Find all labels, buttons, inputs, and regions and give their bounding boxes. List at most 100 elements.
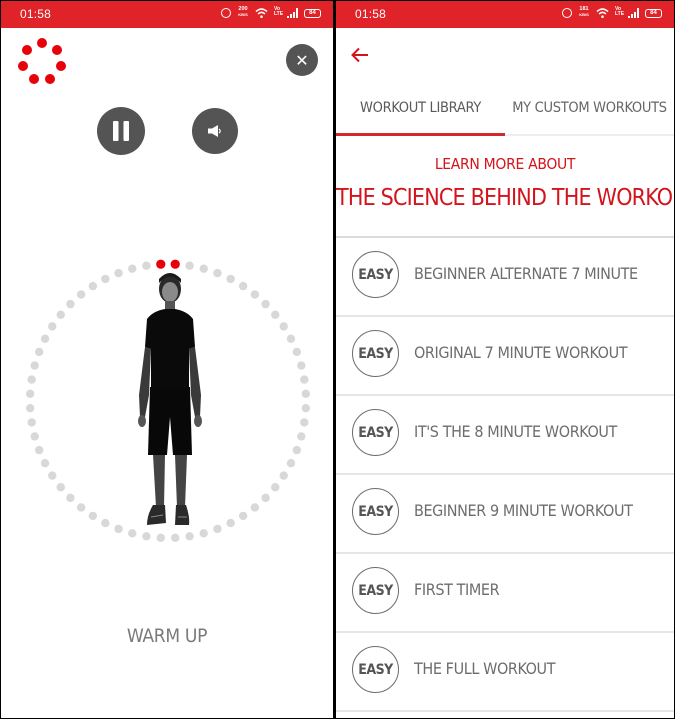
status-time: 01:58 (355, 7, 387, 21)
workout-title: ORIGINAL 7 MINUTE WORKOUT (414, 343, 628, 362)
wifi-icon (255, 8, 268, 19)
close-icon: ✕ (295, 50, 309, 70)
tab-bar: WORKOUT LIBRARY MY CUSTOM WORKOUTS (336, 87, 674, 136)
progress-dot-remaining (30, 432, 39, 441)
speaker-icon (208, 125, 221, 137)
loading-dot (22, 45, 33, 56)
progress-dot-remaining (40, 334, 50, 343)
signal-icon (628, 8, 639, 18)
workout-list-item[interactable]: EASY BEGINNER ALTERNATE 7 MINUTE (336, 238, 674, 317)
workout-list-item[interactable]: EASY IT'S THE 8 MINUTE WORKOUT (336, 396, 674, 475)
close-button[interactable]: ✕ (286, 44, 318, 76)
progress-dot-remaining (301, 389, 311, 399)
volte-icon: Vo LTE (274, 6, 284, 17)
progress-dot-remaining (34, 347, 44, 357)
difficulty-badge: EASY (352, 567, 399, 614)
loading-dot (18, 61, 29, 72)
progress-dot-remaining (40, 459, 50, 468)
network-speed: 200 KB/S (237, 6, 249, 19)
phase-label: WARM UP (126, 625, 208, 647)
progress-dot-remaining (48, 322, 57, 331)
pause-button[interactable] (97, 107, 145, 155)
progress-dot-remaining (101, 274, 110, 284)
network-speed-unit: KB/S (579, 12, 589, 17)
banner-subtitle-link[interactable]: LEARN MORE ABOUT (336, 155, 674, 173)
workout-list-item[interactable]: EASY FIRST TIMER (336, 554, 674, 633)
exercise-figure-person-standing (138, 273, 202, 525)
progress-dot-remaining (66, 299, 75, 309)
progress-dot-remaining (88, 511, 98, 521)
tab-workout-library[interactable]: WORKOUT LIBRARY (336, 87, 505, 134)
progress-dot-remaining (76, 290, 86, 299)
difficulty-badge: EASY (352, 488, 399, 535)
progress-dot-remaining (226, 274, 235, 284)
alarm-icon (562, 8, 572, 18)
loading-dot (28, 74, 39, 85)
difficulty-badge: EASY (352, 646, 399, 693)
progress-dot-remaining (56, 310, 65, 319)
progress-dot-remaining (297, 432, 306, 441)
progress-dot-remaining (25, 403, 35, 413)
progress-dot-remaining (250, 290, 260, 299)
battery-icon: 84 (645, 8, 662, 18)
progress-dot-remaining (238, 511, 248, 521)
status-time: 01:58 (20, 7, 52, 21)
network-speed: 181 KB/S (578, 6, 590, 19)
progress-dot-remaining (34, 445, 44, 455)
workout-library-screen: 01:58 181 KB/S Vo LTE 84 WORKOUT LIBRARY… (336, 1, 674, 718)
tab-my-custom-workouts[interactable]: MY CUSTOM WORKOUTS (505, 87, 674, 134)
progress-dot-remaining (185, 532, 194, 541)
progress-dot-remaining (271, 310, 280, 319)
workout-list-item[interactable]: EASY THE FULL WORKOUT (336, 633, 674, 712)
progress-dot-remaining (30, 361, 39, 370)
difficulty-badge: EASY (352, 251, 399, 298)
workout-list-item[interactable]: EASY ORIGINAL 7 MINUTE WORKOUT (336, 317, 674, 396)
volte-icon: Vo LTE (615, 6, 625, 17)
progress-dot-remaining (286, 334, 296, 343)
progress-dot-remaining (213, 524, 222, 534)
loading-dot (51, 45, 62, 56)
difficulty-badge: EASY (352, 409, 399, 456)
workout-title: IT'S THE 8 MINUTE WORKOUT (414, 422, 617, 441)
progress-dot-remaining (279, 471, 288, 480)
workout-title: THE FULL WORKOUT (414, 659, 556, 678)
workout-title: BEGINNER ALTERNATE 7 MINUTE (414, 264, 638, 283)
pause-icon (113, 121, 129, 141)
workout-list-item[interactable]: EASY BEGINNER 9 MINUTE WORKOUT (336, 475, 674, 554)
progress-dot-remaining (300, 418, 309, 427)
progress-dot-remaining (297, 361, 306, 370)
volume-button[interactable] (192, 108, 238, 154)
progress-dot-remaining (238, 281, 248, 291)
progress-dot-remaining (292, 445, 302, 455)
progress-dot-remaining (27, 375, 36, 384)
battery-icon: 84 (304, 8, 321, 18)
alarm-icon (221, 8, 231, 18)
progress-dot-remaining (156, 533, 165, 543)
active-tab-indicator (336, 133, 505, 136)
progress-dot-remaining (66, 493, 75, 503)
progress-dot-remaining (114, 268, 123, 278)
difficulty-badge: EASY (352, 330, 399, 377)
loading-dots-icon (16, 36, 68, 88)
banner-title-link[interactable]: THE SCIENCE BEHIND THE WORKOUTS (336, 185, 674, 211)
progress-dot-remaining (56, 483, 65, 492)
status-bar: 01:58 181 KB/S Vo LTE 84 (336, 1, 674, 28)
progress-dot-remaining (300, 375, 309, 384)
progress-dot-remaining (271, 483, 280, 492)
loading-dot (37, 38, 47, 48)
status-icons: 200 KB/S Vo LTE 84 (221, 6, 321, 19)
workout-title: BEGINNER 9 MINUTE WORKOUT (414, 501, 633, 520)
progress-dot-remaining (25, 389, 35, 399)
progress-dot-remaining (261, 299, 270, 309)
progress-dot-remaining (114, 524, 123, 534)
workout-title: FIRST TIMER (414, 580, 500, 599)
progress-dot-remaining (226, 518, 235, 528)
back-arrow-icon (351, 47, 368, 63)
progress-dot-remaining (261, 493, 270, 503)
progress-dot-remaining (213, 268, 222, 278)
progress-dot-remaining (101, 518, 110, 528)
wifi-icon (596, 8, 609, 19)
loading-dot (45, 74, 56, 85)
back-button[interactable] (350, 45, 370, 65)
progress-dot-remaining (88, 281, 98, 291)
